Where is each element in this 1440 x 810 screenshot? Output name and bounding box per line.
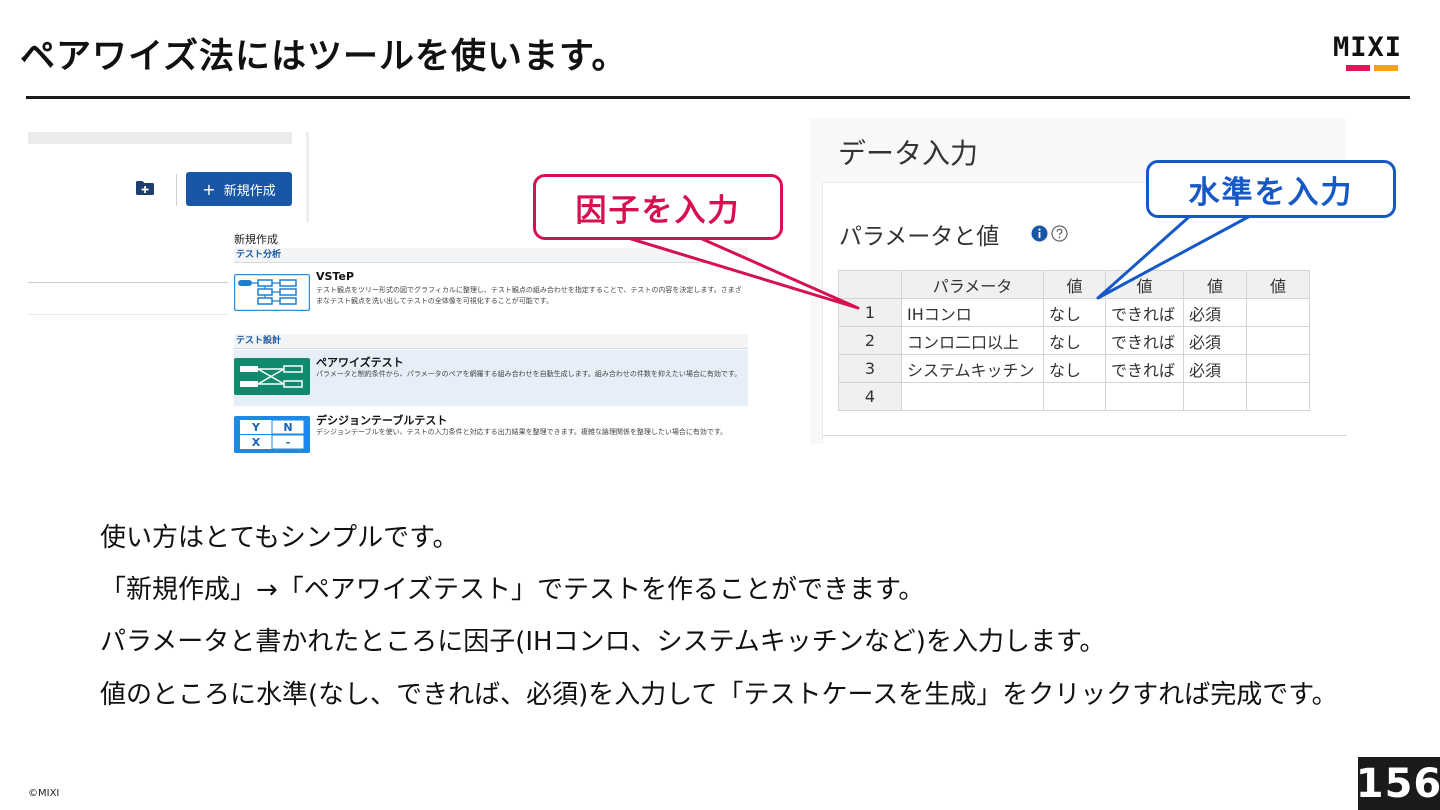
table-cell[interactable]: IHコンロ (901, 298, 1044, 327)
table-cell[interactable]: なし (1043, 326, 1106, 355)
table-cell[interactable] (1246, 326, 1310, 355)
parameter-table: パラメータ 値 値 値 値 1 IHコンロ なし できれば 必須 2 コンロ二口… (838, 270, 1310, 411)
table-cell[interactable]: なし (1043, 298, 1106, 327)
logo-text: MIXI (1333, 32, 1403, 63)
new-create-button[interactable]: + 新規作成 (186, 172, 292, 206)
new-create-label: 新規作成 (223, 183, 276, 199)
body-text: 使い方はとてもシンプルです。 「新規作成」→「ペアワイズテスト」でテストを作るこ… (100, 512, 1370, 714)
table-header-cell: 値 (1105, 270, 1184, 299)
page-number: 156 (1356, 757, 1440, 810)
menu-item-description: デシジョンテーブルを使い、テストの入力条件と対応する出力結果を整理できます。複雑… (316, 428, 728, 436)
section-header-test-analysis: テスト分析 (234, 248, 748, 262)
table-cell[interactable]: できれば (1105, 326, 1184, 355)
table-cell[interactable]: 必須 (1183, 354, 1247, 383)
title-rule (26, 96, 1410, 99)
table-header-row: パラメータ 値 値 値 値 (838, 270, 1310, 299)
menu-item-name: VSTeP (316, 270, 355, 283)
logo-bar-magenta (1346, 65, 1370, 71)
level-callout: 水準を入力 (1146, 160, 1396, 218)
table-header-cell: パラメータ (901, 270, 1044, 299)
copyright: ©MIXI (28, 788, 60, 799)
menu-item-name: ペアワイズテスト (316, 356, 404, 369)
menu-item-pairwise-test[interactable]: ペアワイズテスト パラメータと制約条件から、パラメータのペアを網羅する組み合わせ… (234, 350, 748, 406)
decision-cell-label: N (283, 421, 292, 434)
table-cell[interactable]: なし (1043, 354, 1106, 383)
new-create-menu: 新規作成 テスト分析 VSTeP テスト観点をツリー形式の図でグラフィカルに整理… (230, 228, 750, 462)
decision-cell-label: - (286, 436, 291, 449)
body-line: 使い方はとてもシンプルです。 (100, 523, 459, 553)
table-cell[interactable] (1246, 298, 1310, 327)
pairwise-icon (234, 358, 310, 395)
menu-item-description: パラメータと制約条件から、パラメータのペアを網羅する組み合わせを自動生成します。… (316, 370, 742, 378)
table-cell[interactable]: できれば (1105, 298, 1184, 327)
table-cell[interactable] (1043, 382, 1106, 411)
table-cell[interactable] (1183, 382, 1247, 411)
decision-cell-label: X (252, 436, 261, 449)
divider-vertical (306, 132, 309, 222)
decision-cell-label: Y (251, 421, 261, 434)
section-header-test-design: テスト設計 (234, 334, 748, 348)
table-header-cell (838, 270, 902, 299)
table-row: 1 IHコンロ なし できれば 必須 (838, 298, 1310, 327)
table-cell[interactable]: コンロ二口以上 (901, 326, 1044, 355)
body-line: 「新規作成」→「ペアワイズテスト」でテストを作ることができます。 (100, 575, 925, 605)
info-icon[interactable] (1031, 225, 1048, 242)
menu-item-vstep[interactable]: VSTeP テスト観点をツリー形式の図でグラフィカルに整理し、テスト観点の組み合… (234, 266, 748, 322)
table-cell[interactable] (901, 382, 1044, 411)
toolbar-separator (176, 174, 177, 206)
table-cell[interactable]: 必須 (1183, 298, 1247, 327)
decision-table-icon: Y N X - (234, 416, 310, 453)
slide-title: ペアワイズ法にはツールを使います。 (20, 37, 628, 77)
table-row: 4 (838, 382, 1310, 411)
plus-icon: + (202, 179, 216, 199)
body-line: パラメータと書かれたところに因子(IHコンロ、システムキッチンなど)を入力します… (100, 627, 1106, 657)
table-cell[interactable] (1246, 354, 1310, 383)
panel-divider (823, 435, 1347, 436)
help-icon[interactable] (1051, 225, 1068, 242)
table-header-cell: 値 (1043, 270, 1106, 299)
folder-plus-icon[interactable] (136, 181, 154, 195)
table-row: 3 システムキッチン なし できれば 必須 (838, 354, 1310, 383)
tree-diagram-icon (234, 274, 310, 311)
table-cell[interactable] (1246, 382, 1310, 411)
logo-bars (1346, 65, 1411, 71)
logo-bar-orange (1374, 65, 1398, 71)
section-divider (234, 262, 748, 263)
table-cell[interactable] (1105, 382, 1184, 411)
body-line: 値のところに水準(なし、できれば、必須)を入力して「テストケースを生成」をクリッ… (100, 680, 1338, 710)
menu-item-description: テスト観点をツリー形式の図でグラフィカルに整理し、テスト観点の組み合わせを指定す… (316, 286, 742, 305)
table-cell[interactable]: できれば (1105, 354, 1184, 383)
row-number: 3 (838, 354, 902, 383)
table-row: 2 コンロ二口以上 なし できれば 必須 (838, 326, 1310, 355)
menu-title: 新規作成 (234, 233, 278, 246)
menu-item-name: デシジョンテーブルテスト (316, 414, 448, 427)
toolbar-strip (28, 132, 292, 144)
row-number: 4 (838, 382, 902, 411)
divider-horizontal (28, 282, 228, 283)
table-header-cell: 値 (1183, 270, 1247, 299)
divider-horizontal (28, 314, 228, 315)
table-header-cell: 値 (1246, 270, 1310, 299)
menu-item-decision-table-test[interactable]: Y N X - デシジョンテーブルテスト デシジョンテーブルを使い、テストの入力… (234, 408, 748, 464)
factor-callout: 因子を入力 (533, 174, 783, 240)
section-divider (234, 348, 748, 349)
mixi-logo: MIXI (1333, 34, 1411, 74)
data-input-title: データ入力 (838, 137, 979, 170)
parameter-section-title: パラメータと値 (839, 224, 1000, 250)
table-cell[interactable]: システムキッチン (901, 354, 1044, 383)
row-number: 1 (838, 298, 902, 327)
row-number: 2 (838, 326, 902, 355)
table-cell[interactable]: 必須 (1183, 326, 1247, 355)
